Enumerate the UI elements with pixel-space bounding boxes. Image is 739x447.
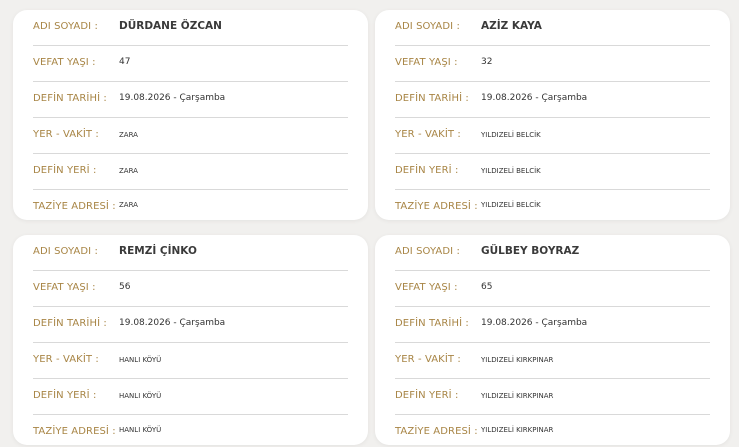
burial-place-row: DEFİN YERİ : YILDIZELİ KIRKPINAR (395, 379, 710, 415)
obituary-card: ADI SOYADI : GÜLBEY BOYRAZ VEFAT YAŞI : … (375, 235, 730, 445)
age-value: 32 (481, 57, 493, 67)
date-value: 19.08.2026 - Çarşamba (119, 93, 226, 103)
name-value: DÜRDANE ÖZCAN (119, 20, 222, 32)
name-value: AZİZ KAYA (481, 20, 542, 32)
age-row: VEFAT YAŞI : 47 (33, 46, 348, 82)
burial-place-row: DEFİN YERİ : HANLI KÖYÜ (33, 379, 348, 415)
place-time-value: YILDIZELİ KIRKPINAR (481, 356, 554, 364)
condolence-label: TAZİYE ADRESİ : (33, 201, 116, 212)
date-label: DEFİN TARİHİ : (33, 318, 107, 329)
name-row: ADI SOYADI : DÜRDANE ÖZCAN (33, 10, 348, 46)
age-value: 65 (481, 282, 493, 292)
age-label: VEFAT YAŞI : (395, 282, 458, 293)
date-label: DEFİN TARİHİ : (395, 93, 469, 104)
condolence-row: TAZİYE ADRESİ : YILDIZELİ KIRKPINAR (395, 415, 710, 445)
condolence-value: YILDIZELİ BELCİK (481, 201, 541, 209)
date-row: DEFİN TARİHİ : 19.08.2026 - Çarşamba (33, 82, 348, 118)
burial-place-value: ZARA (119, 167, 138, 175)
name-row: ADI SOYADI : GÜLBEY BOYRAZ (395, 235, 710, 271)
obituary-card: ADI SOYADI : REMZİ ÇİNKO VEFAT YAŞI : 56… (13, 235, 368, 445)
place-time-row: YER - VAKİT : HANLI KÖYÜ (33, 343, 348, 379)
age-label: VEFAT YAŞI : (395, 57, 458, 68)
date-value: 19.08.2026 - Çarşamba (119, 318, 226, 328)
place-time-row: YER - VAKİT : YILDIZELİ KIRKPINAR (395, 343, 710, 379)
burial-place-value: HANLI KÖYÜ (119, 392, 162, 400)
name-label: ADI SOYADI : (33, 21, 98, 32)
place-time-value: ZARA (119, 131, 138, 139)
condolence-label: TAZİYE ADRESİ : (33, 426, 116, 437)
age-row: VEFAT YAŞI : 65 (395, 271, 710, 307)
name-label: ADI SOYADI : (33, 246, 98, 257)
date-row: DEFİN TARİHİ : 19.08.2026 - Çarşamba (33, 307, 348, 343)
place-time-label: YER - VAKİT : (33, 129, 99, 140)
burial-place-label: DEFİN YERİ : (395, 165, 459, 176)
name-row: ADI SOYADI : REMZİ ÇİNKO (33, 235, 348, 271)
obituary-card: ADI SOYADI : AZİZ KAYA VEFAT YAŞI : 32 D… (375, 10, 730, 220)
obituary-card: ADI SOYADI : DÜRDANE ÖZCAN VEFAT YAŞI : … (13, 10, 368, 220)
place-time-label: YER - VAKİT : (395, 354, 461, 365)
condolence-value: ZARA (119, 201, 138, 209)
name-row: ADI SOYADI : AZİZ KAYA (395, 10, 710, 46)
burial-place-label: DEFİN YERİ : (395, 390, 459, 401)
condolence-label: TAZİYE ADRESİ : (395, 201, 478, 212)
age-row: VEFAT YAŞI : 56 (33, 271, 348, 307)
age-label: VEFAT YAŞI : (33, 282, 96, 293)
place-time-row: YER - VAKİT : YILDIZELİ BELCİK (395, 118, 710, 154)
burial-place-label: DEFİN YERİ : (33, 165, 97, 176)
date-value: 19.08.2026 - Çarşamba (481, 93, 588, 103)
date-value: 19.08.2026 - Çarşamba (481, 318, 588, 328)
name-label: ADI SOYADI : (395, 246, 460, 257)
place-time-value: HANLI KÖYÜ (119, 356, 162, 364)
condolence-label: TAZİYE ADRESİ : (395, 426, 478, 437)
age-row: VEFAT YAŞI : 32 (395, 46, 710, 82)
date-row: DEFİN TARİHİ : 19.08.2026 - Çarşamba (395, 307, 710, 343)
place-time-value: YILDIZELİ BELCİK (481, 131, 541, 139)
condolence-row: TAZİYE ADRESİ : YILDIZELİ BELCİK (395, 190, 710, 220)
burial-place-row: DEFİN YERİ : ZARA (33, 154, 348, 190)
burial-place-value: YILDIZELİ BELCİK (481, 167, 541, 175)
place-time-row: YER - VAKİT : ZARA (33, 118, 348, 154)
age-value: 47 (119, 57, 131, 67)
age-value: 56 (119, 282, 131, 292)
name-label: ADI SOYADI : (395, 21, 460, 32)
burial-place-value: YILDIZELİ KIRKPINAR (481, 392, 554, 400)
name-value: REMZİ ÇİNKO (119, 245, 197, 257)
date-row: DEFİN TARİHİ : 19.08.2026 - Çarşamba (395, 82, 710, 118)
age-label: VEFAT YAŞI : (33, 57, 96, 68)
condolence-row: TAZİYE ADRESİ : HANLI KÖYÜ (33, 415, 348, 445)
condolence-row: TAZİYE ADRESİ : ZARA (33, 190, 348, 220)
condolence-value: HANLI KÖYÜ (119, 426, 162, 434)
date-label: DEFİN TARİHİ : (395, 318, 469, 329)
place-time-label: YER - VAKİT : (395, 129, 461, 140)
condolence-value: YILDIZELİ KIRKPINAR (481, 426, 554, 434)
burial-place-row: DEFİN YERİ : YILDIZELİ BELCİK (395, 154, 710, 190)
name-value: GÜLBEY BOYRAZ (481, 245, 580, 257)
place-time-label: YER - VAKİT : (33, 354, 99, 365)
burial-place-label: DEFİN YERİ : (33, 390, 97, 401)
date-label: DEFİN TARİHİ : (33, 93, 107, 104)
